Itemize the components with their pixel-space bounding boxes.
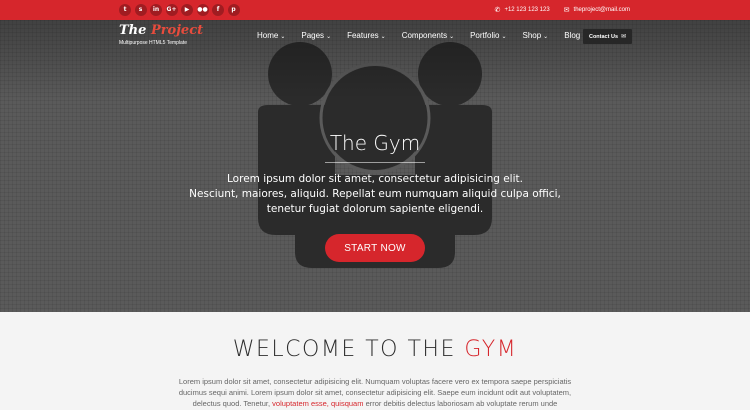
chevron-down-icon: ⌄ — [280, 33, 286, 40]
nav-portfolio[interactable]: Portfolio ⌄ — [470, 31, 506, 40]
welcome-paragraph: Lorem ipsum dolor sit amet, consectetur … — [160, 376, 590, 409]
hero-line-1: Lorem ipsum dolor sit amet, consectetur … — [227, 173, 523, 185]
welcome-title: WELCOME TO THE GYM — [0, 337, 750, 362]
nav-features[interactable]: Features ⌄ — [347, 31, 386, 40]
nav-components[interactable]: Components ⌄ — [402, 31, 454, 40]
envelope-icon: ✉ — [621, 33, 627, 40]
email-link[interactable]: theproject@mail.com — [574, 7, 630, 13]
top-bar: t s in G+ ▶ ●● f p ✆ +12 123 123 123 ✉ theproje… — [0, 0, 750, 20]
logo-word-project: Project — [150, 23, 204, 38]
nav-label: Blog — [564, 31, 581, 40]
main-navigation: Home ⌄ Pages ⌄ Features ⌄ Components ⌄ Portfolio… — [257, 31, 603, 40]
linkedin-icon[interactable]: in — [150, 4, 162, 16]
chevron-down-icon: ⌄ — [326, 33, 332, 40]
hero-line-2: Nesciunt, maiores, aliquid. Repellat eum… — [189, 188, 561, 200]
facebook-icon[interactable]: f — [212, 4, 224, 16]
social-links: t s in G+ ▶ ●● f p — [119, 4, 243, 16]
welcome-section: WELCOME TO THE GYM Lorem ipsum dolor sit… — [0, 312, 750, 410]
hero-title: The Gym — [329, 131, 421, 155]
welcome-line-2: ducimus sequi animi. Lorem ipsum dolor s… — [178, 388, 572, 397]
nav-home[interactable]: Home ⌄ — [257, 31, 285, 40]
welcome-title-main: WELCOME TO THE — [232, 337, 465, 362]
contact-us-label: Contact Us — [588, 33, 618, 40]
nav-shop[interactable]: Shop ⌄ — [522, 31, 548, 40]
skype-icon[interactable]: s — [134, 4, 147, 16]
chevron-down-icon: ⌄ — [543, 33, 549, 40]
welcome-title-accent: GYM — [464, 337, 518, 362]
hero-section: The Gym Lorem ipsum dolor sit amet, cons… — [0, 20, 750, 312]
top-contact-info: ✆ +12 123 123 123 ✉ theproject@mail.com — [495, 0, 630, 20]
welcome-inline-link[interactable]: voluptatem esse, quisquam — [272, 399, 363, 408]
chevron-down-icon: ⌄ — [380, 33, 386, 40]
flickr-icon[interactable]: ●● — [196, 4, 209, 16]
welcome-line-3-start: delectus quod. Tenetur, — [192, 399, 273, 408]
twitter-icon[interactable]: t — [119, 4, 131, 16]
nav-pages[interactable]: Pages ⌄ — [301, 31, 331, 40]
chevron-down-icon: ⌄ — [449, 33, 455, 40]
nav-label: Features — [347, 31, 379, 40]
nav-label: Home — [257, 31, 279, 40]
nav-label: Shop — [522, 31, 542, 40]
phone-icon: ✆ — [494, 6, 501, 14]
chevron-down-icon: ⌄ — [501, 33, 507, 40]
welcome-line-3-end: error debitis delectus laboriosam ab vol… — [363, 399, 558, 408]
nav-label: Portfolio — [470, 31, 500, 40]
hero-description: Lorem ipsum dolor sit amet, consectetur … — [175, 172, 575, 217]
nav-label: Components — [401, 31, 448, 40]
site-logo[interactable]: The Project Multipurpose HTML5 Template — [119, 23, 204, 47]
contact-us-button[interactable]: Contact Us ✉ — [583, 29, 632, 44]
start-now-button[interactable]: START NOW — [325, 234, 425, 262]
phone-number: +12 123 123 123 — [504, 7, 550, 13]
logo-tagline: Multipurpose HTML5 Template — [119, 40, 187, 46]
welcome-line-1: Lorem ipsum dolor sit amet, consectetur … — [178, 377, 572, 386]
pinterest-icon[interactable]: p — [227, 4, 240, 16]
welcome-line-3: delectus quod. Tenetur, voluptatem esse,… — [160, 398, 590, 409]
envelope-icon: ✉ — [563, 6, 570, 14]
hero-line-3: tenetur fugiat dolorum sapiente eligendi… — [266, 203, 484, 215]
hero-divider — [325, 162, 425, 163]
google-plus-icon[interactable]: G+ — [165, 4, 178, 16]
nav-label: Pages — [301, 31, 325, 40]
youtube-icon[interactable]: ▶ — [181, 4, 193, 16]
logo-word-the: The — [119, 23, 151, 38]
